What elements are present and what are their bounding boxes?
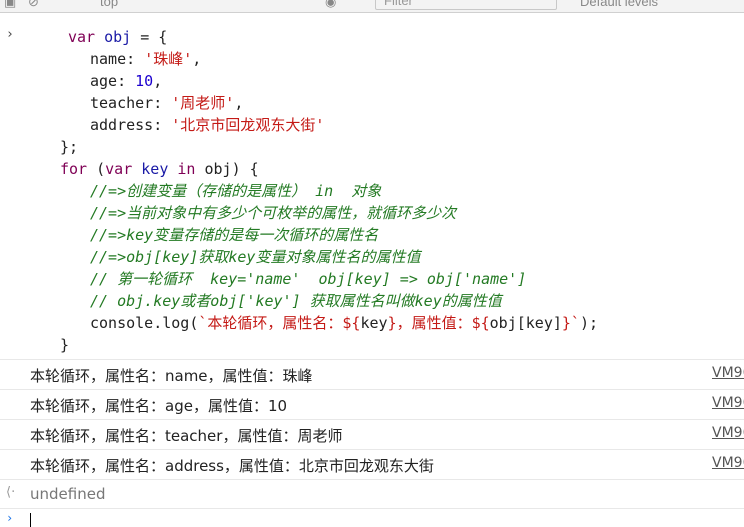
input-prompt-icon: › bbox=[6, 27, 14, 42]
code-comment: //=>创建变量（存储的是属性） in 对象 bbox=[90, 182, 382, 200]
code-text: , bbox=[192, 50, 202, 68]
code-string: }` bbox=[561, 314, 580, 332]
code-line: }; bbox=[60, 138, 79, 156]
code-string: }，属性值：${ bbox=[387, 314, 490, 332]
code-text: ( bbox=[87, 160, 106, 178]
code-line: name: '珠峰', bbox=[90, 48, 201, 70]
code-text: console.log( bbox=[90, 314, 199, 332]
console-toolbar: ▣ ⊘ top ◉ Filter Default levels bbox=[0, 0, 744, 13]
code-keyword: for bbox=[60, 160, 88, 178]
settings-eye-icon[interactable]: ◉ bbox=[325, 0, 336, 10]
console-log-row: 本轮循环，属性名：age，属性值：10 VM96 bbox=[0, 389, 744, 419]
code-keyword: var bbox=[105, 160, 133, 178]
code-line: for (var key in obj) { bbox=[60, 158, 259, 180]
code-identifier: key bbox=[141, 160, 169, 178]
console-prompt[interactable]: › bbox=[0, 508, 744, 527]
log-message: 本轮循环，属性名：teacher，属性值：周老师 bbox=[30, 427, 343, 445]
code-string: '周老师' bbox=[171, 94, 235, 112]
sidebar-toggle-icon[interactable]: ▣ bbox=[4, 0, 16, 10]
code-line: console.log(`本轮循环，属性名：${key}，属性值：${obj[k… bbox=[90, 312, 598, 334]
code-comment: //=>当前对象中有多少个可枚举的属性，就循环多少次 bbox=[90, 204, 457, 222]
log-levels-dropdown[interactable]: Default levels bbox=[580, 0, 658, 10]
log-message: 本轮循环，属性名：name，属性值：珠峰 bbox=[30, 367, 313, 385]
log-message: 本轮循环，属性名：age，属性值：10 bbox=[30, 397, 288, 415]
context-selector[interactable]: top bbox=[100, 0, 118, 10]
clear-console-icon[interactable]: ⊘ bbox=[28, 0, 39, 10]
code-string: '珠峰' bbox=[144, 50, 193, 68]
log-source-link[interactable]: VM96 bbox=[712, 425, 744, 441]
code-text: , bbox=[234, 94, 244, 112]
code-number: 10 bbox=[135, 72, 154, 90]
code-line: var obj = { bbox=[68, 26, 167, 48]
code-text: name: bbox=[90, 50, 145, 68]
code-line: } bbox=[60, 336, 70, 354]
log-source-link[interactable]: VM96 bbox=[712, 395, 744, 411]
result-value: undefined bbox=[30, 485, 106, 503]
code-text: obj) { bbox=[195, 160, 259, 178]
code-comment: //=>key变量存储的是每一次循环的属性名 bbox=[90, 226, 379, 244]
log-message: 本轮循环，属性名：address，属性值：北京市回龙观东大街 bbox=[30, 457, 434, 475]
code-text: age: bbox=[90, 72, 136, 90]
console-log-row: 本轮循环，属性名：name，属性值：珠峰 VM96 bbox=[0, 359, 744, 389]
code-comment: // 第一轮循环 key='name' obj[key] => obj['nam… bbox=[90, 270, 527, 288]
code-text: , bbox=[153, 72, 163, 90]
prompt-chevron-icon: › bbox=[6, 511, 14, 525]
code-line: address: '北京市回龙观东大街' bbox=[90, 114, 324, 136]
log-source-link[interactable]: VM96 bbox=[712, 455, 744, 471]
code-line: age: 10, bbox=[90, 70, 162, 92]
console-log-row: 本轮循环，属性名：address，属性值：北京市回龙观东大街 VM96 bbox=[0, 449, 744, 479]
code-comment: //=>obj[key]获取key变量对象属性名的属性值 bbox=[90, 248, 421, 266]
console-log-row: 本轮循环，属性名：teacher，属性值：周老师 VM96 bbox=[0, 419, 744, 449]
code-keyword: var bbox=[68, 28, 96, 46]
code-text: obj[key] bbox=[489, 314, 562, 332]
console-input-echo: › var obj = { name: '珠峰', age: 10, teach… bbox=[0, 13, 744, 358]
code-text: key bbox=[360, 314, 388, 332]
code-identifier: obj bbox=[104, 28, 132, 46]
code-text: ); bbox=[579, 314, 599, 332]
code-line: teacher: '周老师', bbox=[90, 92, 243, 114]
text-cursor bbox=[30, 513, 31, 527]
filter-placeholder: Filter bbox=[384, 0, 413, 8]
code-keyword: in bbox=[177, 160, 196, 178]
code-string: `本轮循环，属性名：${ bbox=[198, 314, 361, 332]
log-source-link[interactable]: VM96 bbox=[712, 365, 744, 381]
result-arrow-icon: ⟨· bbox=[6, 485, 16, 500]
console-result-row: ⟨· undefined bbox=[0, 479, 744, 509]
filter-input[interactable]: Filter bbox=[375, 0, 557, 10]
code-text: teacher: bbox=[90, 94, 172, 112]
code-comment: // obj.key或者obj['key'] 获取属性名叫做key的属性值 bbox=[90, 292, 502, 310]
code-text: address: bbox=[90, 116, 172, 134]
code-string: '北京市回龙观东大街' bbox=[171, 116, 325, 134]
code-text: = { bbox=[131, 28, 168, 46]
